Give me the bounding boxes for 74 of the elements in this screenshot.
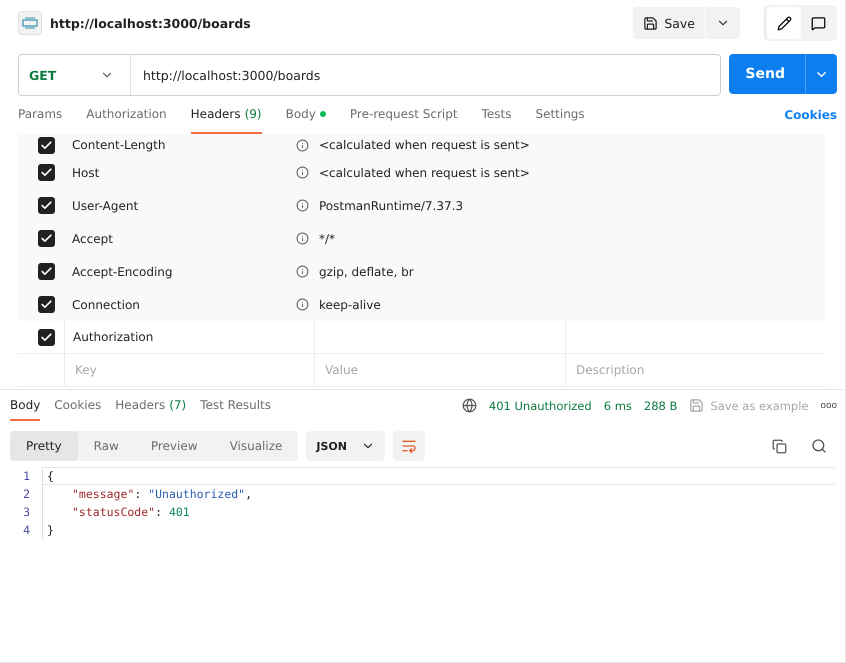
response-tab[interactable]: Cookies <box>54 390 102 421</box>
request-title: http://localhost:3000/boards <box>50 16 252 30</box>
view-mode-tab[interactable]: Preview <box>134 431 214 461</box>
header-value: PostmanRuntime/7.37.3 <box>319 198 464 212</box>
line-number: 4 <box>22 523 31 537</box>
request-tab[interactable]: Pre-request Script <box>350 96 458 134</box>
view-mode-tab[interactable]: Pretty <box>10 431 78 461</box>
response-tab[interactable]: Headers (7) <box>115 390 186 421</box>
code-line: { <box>42 467 835 485</box>
header-checkbox[interactable] <box>38 263 55 280</box>
send-button[interactable]: Send <box>729 54 837 94</box>
request-tab[interactable]: Settings <box>535 96 585 134</box>
check-icon <box>40 265 53 278</box>
request-tab[interactable]: Body <box>286 96 326 134</box>
response-time: 6 ms <box>604 398 632 412</box>
check-icon <box>40 138 53 152</box>
line-number: 3 <box>22 505 31 519</box>
line-number: 1 <box>22 469 31 483</box>
header-checkbox[interactable] <box>38 164 55 181</box>
save-button[interactable]: Save <box>633 7 705 39</box>
header-key: Authorization <box>73 330 154 344</box>
header-value: <calculated when request is sent> <box>319 138 530 152</box>
request-tab[interactable]: Params <box>18 96 62 134</box>
header-checkbox[interactable] <box>38 230 55 247</box>
check-icon <box>40 166 53 179</box>
description-input[interactable]: Description <box>574 362 817 378</box>
header-checkbox[interactable] <box>38 136 55 154</box>
header-checkbox[interactable] <box>38 296 55 313</box>
info-icon <box>296 199 309 212</box>
view-mode-tab[interactable]: Visualize <box>214 431 298 461</box>
info-icon <box>296 298 309 311</box>
edit-icon[interactable] <box>767 7 801 39</box>
more-button[interactable]: ooo <box>820 400 837 410</box>
check-icon <box>40 330 53 344</box>
view-mode-tab[interactable]: Raw <box>78 431 135 461</box>
line-number: 2 <box>22 487 31 501</box>
header-key: Content-Length <box>72 138 166 152</box>
header-value: <calculated when request is sent> <box>319 166 530 180</box>
code-line: } <box>42 521 835 539</box>
header-value: keep-alive <box>319 298 381 312</box>
header-checkbox[interactable] <box>38 197 55 214</box>
format-dropdown[interactable]: JSON <box>306 431 385 461</box>
info-icon <box>296 265 309 278</box>
header-key: User-Agent <box>72 198 138 212</box>
status-code: 401 Unauthorized <box>488 398 592 412</box>
key-input[interactable]: Key <box>73 362 306 378</box>
globe-icon <box>462 398 477 413</box>
header-key: Connection <box>72 298 140 312</box>
cookies-link[interactable]: Cookies <box>784 108 837 122</box>
request-tab[interactable]: Tests <box>482 96 512 134</box>
request-tab[interactable]: Authorization <box>86 96 167 134</box>
info-icon <box>296 138 309 152</box>
response-tab[interactable]: Test Results <box>200 390 272 421</box>
info-icon <box>296 166 309 179</box>
header-checkbox[interactable] <box>38 328 55 346</box>
response-size: 288 B <box>644 398 678 412</box>
value-input[interactable]: Value <box>323 362 557 378</box>
check-icon <box>40 199 53 212</box>
url-field[interactable]: GET http://localhost:3000/boards <box>18 54 722 96</box>
code-line: "message": "Unauthorized", <box>42 485 835 503</box>
header-key: Accept-Encoding <box>72 264 173 278</box>
header-value: */* <box>319 232 336 246</box>
header-value: gzip, deflate, br <box>319 264 414 278</box>
response-tab[interactable]: Body <box>10 390 40 421</box>
code-line: "statusCode": 401 <box>42 503 835 521</box>
header-key: Accept <box>72 232 113 246</box>
header-key: Host <box>72 166 100 180</box>
http-request-icon <box>18 11 42 35</box>
save-icon <box>689 398 704 413</box>
info-icon <box>296 232 309 245</box>
save-icon <box>643 16 658 30</box>
check-icon <box>40 298 53 311</box>
check-icon <box>40 232 53 245</box>
wrap-lines-icon[interactable] <box>392 431 425 461</box>
